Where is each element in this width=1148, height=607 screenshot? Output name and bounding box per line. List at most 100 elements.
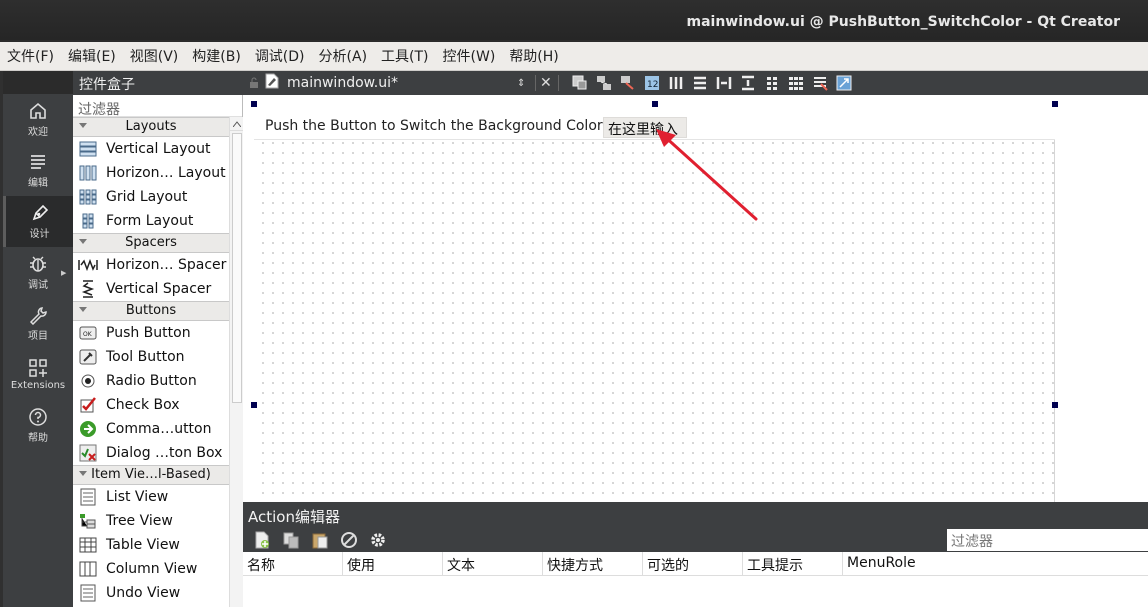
action-editor-title: Action编辑器 xyxy=(243,502,1148,528)
column-header-name[interactable]: 名称 xyxy=(243,552,343,575)
column-header-tooltip[interactable]: 工具提示 xyxy=(743,552,843,575)
mode-design[interactable]: 设计 xyxy=(3,196,73,247)
widget-undo-view[interactable]: Undo View xyxy=(73,581,229,605)
menu-bar: 文件(F) 编辑(E) 视图(V) 构建(B) 调试(D) 分析(A) 工具(T… xyxy=(0,42,1148,71)
widget-form-layout[interactable]: Form Layout xyxy=(73,209,229,233)
category-buttons[interactable]: Buttons xyxy=(73,301,229,321)
copy-action-icon[interactable] xyxy=(280,530,302,550)
widget-command-link-button[interactable]: Comma…utton xyxy=(73,417,229,441)
menu-build[interactable]: 构建(B) xyxy=(192,46,241,66)
widget-vertical-spacer[interactable]: Vertical Spacer xyxy=(73,277,229,301)
mode-welcome[interactable]: 欢迎 xyxy=(3,94,73,145)
form-editor-area[interactable]: Push the Button to Switch the Background… xyxy=(243,95,1148,502)
widget-horizontal-layout[interactable]: Horizon… Layout xyxy=(73,161,229,185)
new-action-icon[interactable] xyxy=(251,530,273,550)
close-document-icon[interactable]: ✕ xyxy=(540,75,554,91)
widget-table-view[interactable]: Table View xyxy=(73,533,229,557)
document-filename[interactable]: mainwindow.ui* xyxy=(287,75,517,91)
category-item-views[interactable]: Item Vie…l-Based) xyxy=(73,465,229,485)
svg-text:12: 12 xyxy=(647,80,658,90)
break-layout-icon[interactable] xyxy=(811,75,829,91)
widget-grid-layout[interactable]: Grid Layout xyxy=(73,185,229,209)
edit-tab-order-icon[interactable]: 12 xyxy=(643,75,661,91)
form-layout-icon xyxy=(78,212,98,230)
widget-check-box[interactable]: Check Box xyxy=(73,393,229,417)
lay-out-splitter-horizontal-icon[interactable] xyxy=(715,75,733,91)
menu-debug[interactable]: 调试(D) xyxy=(255,46,305,66)
column-header-used[interactable]: 使用 xyxy=(343,552,443,575)
widget-vertical-layout[interactable]: Vertical Layout xyxy=(73,137,229,161)
horizontal-spacer-icon xyxy=(78,256,98,274)
lay-out-form-icon[interactable] xyxy=(763,75,781,91)
grid-layout-icon xyxy=(78,188,98,206)
menu-help[interactable]: 帮助(H) xyxy=(509,46,558,66)
mode-edit[interactable]: 编辑 xyxy=(3,145,73,196)
widget-label: Grid Layout xyxy=(106,189,188,205)
lock-icon xyxy=(243,77,265,89)
widgetbox-scrollbar[interactable] xyxy=(229,117,243,607)
category-spacers[interactable]: Spacers xyxy=(73,233,229,253)
column-header-checkable[interactable]: 可选的 xyxy=(643,552,743,575)
widgetbox-filter-input[interactable]: 过滤器 xyxy=(73,95,242,118)
widgetbox-title: 控件盒子 xyxy=(73,71,243,95)
edit-signals-slots-icon[interactable] xyxy=(595,75,613,91)
widget-label: Horizon… Layout xyxy=(106,165,226,181)
adjust-size-icon[interactable] xyxy=(835,75,853,91)
dialog-button-box-icon xyxy=(78,444,98,462)
command-link-icon xyxy=(78,420,98,438)
scroll-up-icon[interactable] xyxy=(230,117,243,131)
menu-tools[interactable]: 工具(T) xyxy=(381,46,428,66)
widget-tree-view[interactable]: Tree View xyxy=(73,509,229,533)
column-view-icon xyxy=(78,560,98,578)
lay-out-grid-icon[interactable] xyxy=(787,75,805,91)
wrench-icon xyxy=(29,307,47,325)
menu-analyze[interactable]: 分析(A) xyxy=(319,46,368,66)
widget-label: Push Button xyxy=(106,325,191,341)
column-header-text[interactable]: 文本 xyxy=(443,552,543,575)
widget-radio-button[interactable]: Radio Button xyxy=(73,369,229,393)
document-switcher-icon[interactable]: ⇕ xyxy=(517,78,531,89)
menu-view[interactable]: 视图(V) xyxy=(130,46,179,66)
delete-action-icon[interactable] xyxy=(338,530,360,550)
radio-button-icon xyxy=(78,372,98,390)
widget-push-button[interactable]: OK Push Button xyxy=(73,321,229,345)
widget-column-view[interactable]: Column View xyxy=(73,557,229,581)
widget-label: Table View xyxy=(106,537,180,553)
action-filter-input[interactable]: 过滤器 xyxy=(947,529,1148,551)
mode-extensions[interactable]: Extensions xyxy=(3,349,73,400)
widget-label: Radio Button xyxy=(106,373,197,389)
widget-list-view[interactable]: List View xyxy=(73,485,229,509)
scrollbar-thumb[interactable] xyxy=(232,133,242,403)
annotation-arrow xyxy=(656,129,758,221)
document-toolbar: mainwindow.ui* ⇕ ✕ 12 xyxy=(243,71,1148,95)
menu-edit[interactable]: 编辑(E) xyxy=(68,46,116,66)
undo-view-icon xyxy=(78,584,98,602)
mode-debug[interactable]: 调试 ▶ xyxy=(3,247,73,298)
edit-widgets-icon[interactable] xyxy=(571,75,589,91)
column-header-menurole[interactable]: MenuRole xyxy=(843,552,1148,575)
paste-action-icon[interactable] xyxy=(309,530,331,550)
edit-buddies-icon[interactable] xyxy=(619,75,637,91)
widget-tool-button[interactable]: Tool Button xyxy=(73,345,229,369)
lay-out-splitter-vertical-icon[interactable] xyxy=(739,75,757,91)
mode-help[interactable]: 帮助 xyxy=(3,400,73,451)
collapse-triangle-icon xyxy=(79,307,87,312)
category-label: Spacers xyxy=(125,235,177,250)
category-layouts[interactable]: Layouts xyxy=(73,117,229,137)
action-table-header: 名称 使用 文本 快捷方式 可选的 工具提示 MenuRole xyxy=(243,552,1148,576)
tool-button-icon xyxy=(78,348,98,366)
column-header-shortcut[interactable]: 快捷方式 xyxy=(543,552,643,575)
configure-action-icon[interactable] xyxy=(367,530,389,550)
horizontal-layout-icon xyxy=(78,164,98,182)
menu-widgets[interactable]: 控件(W) xyxy=(443,46,496,66)
lay-out-vertically-icon[interactable] xyxy=(691,75,709,91)
mode-design-label: 设计 xyxy=(29,229,50,240)
widget-label: Vertical Spacer xyxy=(106,281,212,297)
lay-out-horizontally-icon[interactable] xyxy=(667,75,685,91)
mode-projects-label: 项目 xyxy=(28,331,48,342)
menu-file[interactable]: 文件(F) xyxy=(7,46,54,66)
widget-dialog-button-box[interactable]: Dialog …ton Box xyxy=(73,441,229,465)
document-file-icon xyxy=(265,73,279,93)
widget-horizontal-spacer[interactable]: Horizon… Spacer xyxy=(73,253,229,277)
mode-projects[interactable]: 项目 xyxy=(3,298,73,349)
